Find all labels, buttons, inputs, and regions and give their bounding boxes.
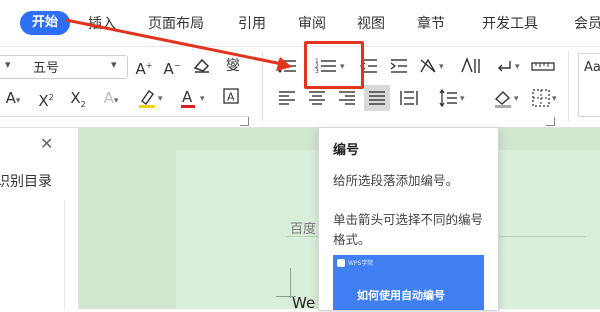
annotation-arrow (65, 18, 292, 71)
